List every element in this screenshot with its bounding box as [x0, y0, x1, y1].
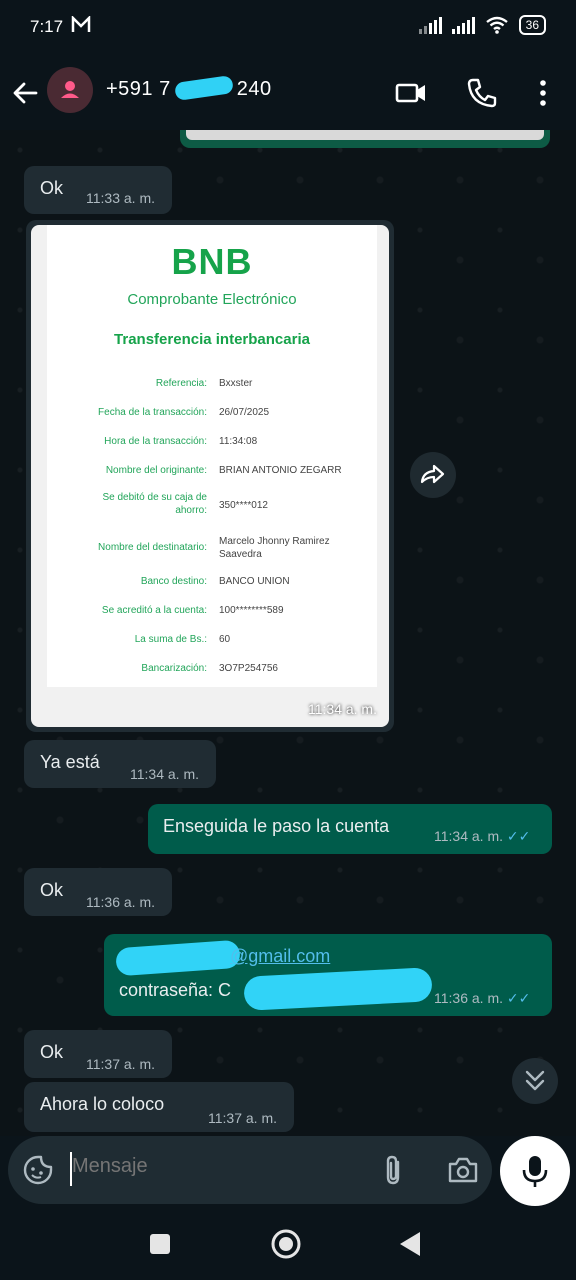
message-text: Ok: [40, 1042, 64, 1062]
message-time: 11:37 a. m.: [208, 1110, 278, 1126]
redaction-mark: [115, 939, 241, 977]
message-time-text: 11:36 a. m.: [434, 990, 504, 1006]
message-time-text: 11:34 a. m.: [434, 828, 504, 844]
contact-name[interactable]: +591 7 240: [106, 75, 272, 101]
message-time: 11:36 a. m.: [86, 894, 156, 910]
message-incoming[interactable]: Ok 11:37 a. m.: [24, 1030, 172, 1078]
battery-icon: 36: [518, 15, 546, 35]
avatar[interactable]: [47, 67, 93, 113]
message-time: 11:33 a. m.: [86, 190, 156, 206]
message-time: 11:34 a. m.: [130, 766, 200, 782]
back-arrow-icon[interactable]: [10, 78, 40, 108]
forward-button[interactable]: [410, 452, 456, 498]
password-text: contraseña: C: [119, 980, 232, 1000]
contact-suffix: 240: [236, 78, 272, 100]
recents-icon[interactable]: [148, 1232, 172, 1256]
message-text: Ahora lo coloco: [40, 1094, 165, 1114]
mail-icon: [71, 14, 91, 39]
wifi-icon: [485, 16, 508, 34]
message-text: Enseguida le paso la cuenta: [163, 816, 390, 836]
signal-icon: [418, 16, 442, 34]
redaction-mark: [243, 967, 433, 1011]
message-time: 11:34 a. m. ✓✓: [434, 828, 530, 845]
receipt-value: 26/07/2025: [219, 407, 270, 418]
system-nav-bar: [0, 1208, 576, 1280]
message-time: 11:36 a. m. ✓✓: [434, 990, 530, 1007]
chat-area[interactable]: Ok 11:33 a. m. BNB Comprobante Electróni…: [0, 130, 576, 1136]
receipt-value: Bxxster: [219, 378, 253, 389]
receipt-label: Hora de la transacción:: [104, 436, 207, 447]
receipt-value: 11:34:08: [219, 436, 258, 447]
message-outgoing[interactable]: Enseguida le paso la cuenta 11:34 a. m. …: [148, 804, 552, 854]
message-incoming[interactable]: Ahora lo coloco 11:37 a. m.: [24, 1082, 294, 1132]
receipt-label: Nombre del destinatario:: [98, 542, 207, 553]
read-ticks-icon: ✓✓: [506, 828, 531, 844]
bnb-logo: BNB: [171, 241, 253, 282]
message-outgoing[interactable]: @gmail.com contraseña: C 11:36 a. m. ✓✓: [104, 934, 552, 1016]
phone-call-icon[interactable]: [465, 76, 499, 110]
back-nav-icon[interactable]: [398, 1230, 422, 1258]
scroll-to-bottom-button[interactable]: [512, 1058, 558, 1104]
video-call-icon[interactable]: [394, 76, 428, 110]
double-chevron-down-icon: [525, 1070, 545, 1091]
receipt-value: Marcelo Jhonny Ramirez Saavedra: [219, 536, 330, 560]
receipt-value: 100********589: [219, 605, 284, 616]
receipt-label: Referencia:: [155, 378, 207, 389]
receipt-label: Se debitó de su caja de ahorro:: [102, 492, 207, 516]
message-incoming[interactable]: Ok 11:33 a. m.: [24, 166, 172, 214]
receipt-label: Se acreditó a la cuenta:: [101, 605, 207, 616]
sticker-icon[interactable]: [22, 1154, 54, 1186]
receipt-image[interactable]: BNB Comprobante Electrónico Transferenci…: [31, 225, 389, 727]
message-input[interactable]: [70, 1154, 354, 1179]
message-incoming[interactable]: Ya está 11:34 a. m.: [24, 740, 216, 788]
receipt-subtitle: Comprobante Electrónico: [127, 291, 297, 308]
chat-header: +591 7 240: [0, 56, 576, 130]
receipt-title: Transferencia interbancaria: [114, 331, 310, 348]
forward-icon: [420, 464, 445, 484]
receipt-image-message[interactable]: BNB Comprobante Electrónico Transferenci…: [26, 220, 394, 732]
signal-icon: [451, 16, 475, 34]
attach-icon[interactable]: [380, 1153, 408, 1187]
microphone-icon: [522, 1156, 548, 1187]
receipt-label: Banco destino:: [140, 576, 207, 587]
receipt-value: 60: [219, 634, 231, 645]
status-time: 7:17: [30, 17, 64, 36]
receipt-value: BANCO UNION: [219, 576, 290, 587]
message-text: Ok: [40, 880, 64, 900]
voice-message-button[interactable]: [500, 1136, 570, 1206]
read-ticks-icon: ✓✓: [506, 990, 531, 1006]
email-link[interactable]: @gmail.com: [230, 946, 330, 967]
message-time: 11:34 a. m.: [307, 701, 377, 717]
message-text: Ok: [40, 178, 64, 198]
status-bar: 7:17 36: [0, 0, 576, 56]
message-text: Ya está: [40, 752, 100, 772]
receipt-value: 3O7P254756: [219, 663, 278, 674]
receipt-label: Fecha de la transacción:: [98, 407, 207, 418]
previous-image-message[interactable]: [180, 130, 550, 148]
receipt-value: 350****012: [219, 500, 268, 511]
more-options-icon[interactable]: [526, 76, 560, 110]
person-icon: [61, 81, 79, 98]
receipt-label: Nombre del originante:: [105, 465, 207, 476]
message-time: 11:37 a. m.: [86, 1056, 156, 1072]
camera-icon[interactable]: [446, 1154, 480, 1186]
receipt-label: La suma de Bs.:: [134, 634, 207, 645]
receipt-value: BRIAN ANTONIO ZEGARR: [219, 465, 342, 476]
receipt-label: Bancarización:: [141, 663, 207, 674]
home-icon[interactable]: [270, 1228, 302, 1260]
message-composer: [8, 1136, 492, 1204]
contact-prefix: +591 7: [106, 78, 171, 100]
redaction-mark: [173, 75, 234, 101]
message-incoming[interactable]: Ok 11:36 a. m.: [24, 868, 172, 916]
